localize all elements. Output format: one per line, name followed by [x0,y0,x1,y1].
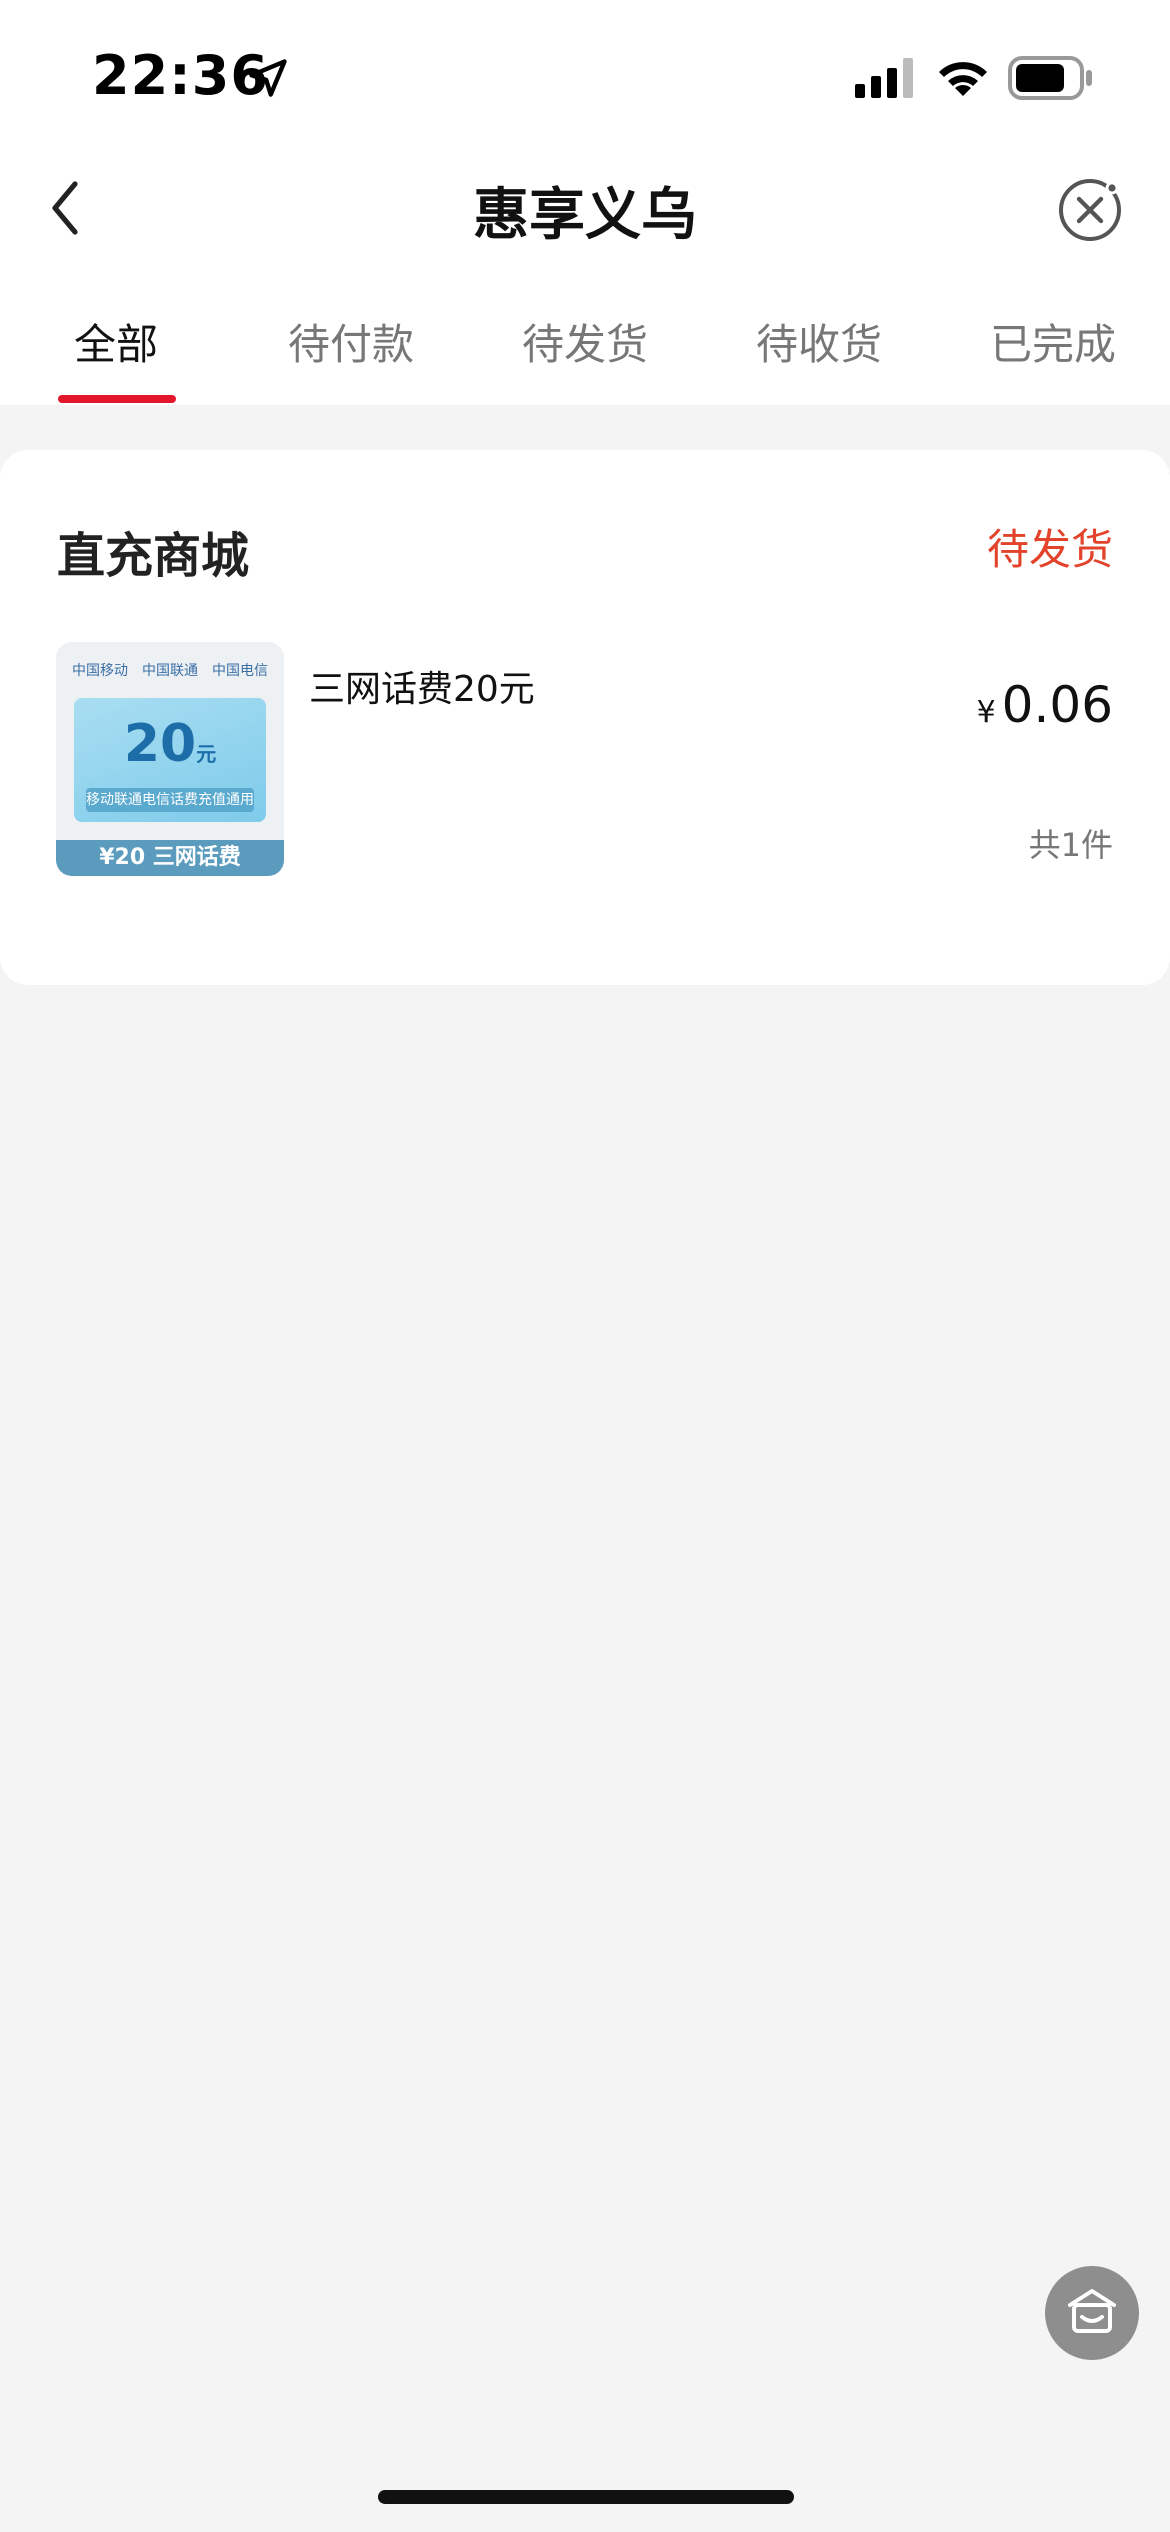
tab-indicator [58,395,176,403]
page-title: 惠享义乌 [473,183,697,248]
price-currency: ¥ [976,695,996,730]
tab-pending-shipment[interactable]: 待发货 [522,311,648,372]
status-time: 22:36 [92,44,269,107]
order-tabs: 全部 待付款 待发货 待收货 已完成 [0,265,1170,405]
floating-home-button[interactable] [1045,2266,1139,2360]
carrier-logos: 中国移动 中国联通 中国电信 [72,656,268,684]
carrier-logo-mobile: 中国移动 [72,663,128,679]
carrier-logo-unicom: 中国联通 [142,663,198,679]
thumbnail-card: 20元 移动联通电信话费充值通用 [74,698,266,822]
product-name: 三网话费20元 [309,669,535,710]
tab-pending-payment[interactable]: 待付款 [288,311,414,372]
thumbnail-description: 移动联通电信话费充值通用 [86,788,254,812]
product-thumbnail[interactable]: 中国移动 中国联通 中国电信 20元 移动联通电信话费充值通用 ¥20 三网话费 [56,642,284,876]
close-button[interactable] [1056,176,1124,244]
thumbnail-amount-unit: 元 [196,742,217,766]
thumbnail-amount: 20元 [74,714,266,774]
home-service-icon [1068,2289,1116,2333]
order-card[interactable]: 直充商城 待发货 中国移动 中国联通 中国电信 20元 移动联通电信话费充值通用… [0,450,1170,985]
status-bar: 22:36 [0,0,1170,150]
carrier-logo-telecom: 中国电信 [212,663,268,679]
tab-pending-receipt[interactable]: 待收货 [756,311,882,372]
nav-bar: 惠享义乌 [0,150,1170,265]
close-circle-icon [1059,179,1121,241]
wifi-icon [939,62,987,96]
product-price: ¥0.06 [977,676,1113,734]
thumbnail-amount-value: 20 [123,714,197,774]
shop-name: 直充商城 [57,528,250,584]
order-status-badge: 待发货 [986,525,1113,574]
tab-completed[interactable]: 已完成 [990,311,1116,372]
product-quantity: 共1件 [1028,826,1113,864]
signal-icon [855,58,913,98]
thumbnail-footer: ¥20 三网话费 [56,840,284,876]
battery-icon [1008,56,1092,100]
price-value: 0.06 [1001,676,1113,734]
home-indicator [378,2490,794,2504]
location-arrow-icon [249,59,287,97]
tab-all[interactable]: 全部 [74,311,158,372]
